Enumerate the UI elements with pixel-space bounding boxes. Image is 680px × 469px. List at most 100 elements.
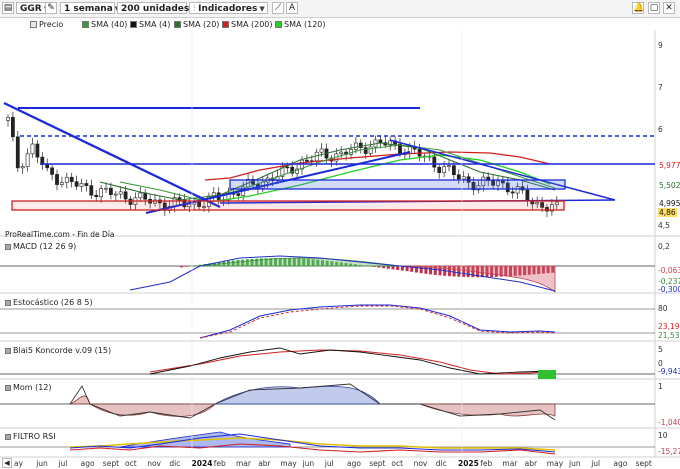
candle-body [138,192,143,199]
panel-label-text: MACD (12 26 9) [13,242,77,251]
candle-body [109,187,113,195]
x-axis-label: feb [213,459,226,468]
candle-body [118,191,123,195]
candle-body [99,188,104,198]
candle-body [339,151,344,155]
panel-label-text: FILTRO RSI [13,432,56,441]
panel-label-text: Mom (12) [13,383,52,392]
candle-body [15,136,20,169]
stoch-tick: 80 [658,304,668,313]
candle-body [6,117,10,121]
x-axis-label: 2024 [191,459,213,468]
candle-body [55,174,59,185]
price-badge-sma20: 5,502 [659,181,680,190]
candle-body [456,174,461,180]
panel-swatch [5,300,11,306]
macd-histogram-bar [184,266,188,267]
koncorde-green-block [538,370,556,379]
koncorde-line [149,349,556,375]
x-axis-label: jun [302,459,315,468]
x-axis-label: dic [169,459,181,468]
panel-swatch [5,434,11,440]
candle-body [89,185,94,196]
panel-label-stoch[interactable]: Estocástico (26 8 5) [5,298,93,308]
candle-body [25,153,30,167]
candle-body [20,166,25,169]
x-axis-label: abr [258,459,271,468]
price-tick: 6 [658,125,663,134]
macd-tick: 0,2 [658,242,670,251]
zone-box [229,179,566,190]
x-axis-label: oct [125,459,137,468]
x-axis-label: sept [635,459,652,468]
momentum-positive-area [213,386,381,405]
macd-histogram-bar [396,266,400,271]
x-axis-label: mar [502,459,518,468]
x-axis-label: may [546,459,564,468]
candle-body [442,166,447,173]
x-axis-label: sept [369,459,386,468]
price-tick: 7 [658,83,663,92]
x-axis-label: jul [324,459,334,468]
candle-body [45,164,50,169]
x-axis-label: ay [14,459,24,468]
panel-label-rsi[interactable]: FILTRO RSI [5,432,56,442]
candle-body [236,193,241,196]
candle-body [79,183,84,187]
x-axis-label: jul [591,459,601,468]
macd-histogram-bar [180,266,183,268]
stoch-tick: 23,19 [658,322,680,331]
x-axis-label: oct [391,459,404,468]
candle-body [35,143,40,158]
candle-body [123,191,128,200]
rsi-tick: 10 [658,431,668,440]
candle-body [353,142,358,150]
x-axis-label: feb [480,459,493,468]
sma-120-line [209,154,551,203]
candle-body [84,183,89,186]
candle-body [368,146,373,154]
panel-swatch [5,385,11,391]
x-axis-label: jul [58,459,68,468]
x-axis-label: ago [347,459,361,468]
candle-body [319,148,324,153]
candle-body [11,117,15,138]
candle-body [30,143,35,155]
price-tick: 4,5 [658,221,670,230]
panel-swatch [5,348,11,354]
macd-histogram-bar [386,266,390,269]
candle-body [64,176,69,183]
stoch-tick: 21,53 [658,331,680,340]
koncorde-tick: -9,943 [658,367,680,376]
macd-tick: -0,063 [658,266,680,275]
candle-body [437,166,442,173]
candle-body [525,189,530,202]
candle-body [143,192,148,200]
macd-tick: -0,300 [658,285,680,294]
candle-body [461,176,466,180]
panel-label-mom[interactable]: Mom (12) [5,383,52,393]
source-label: ProRealTime.com - Fin de Día [5,230,115,239]
x-axis-label: may [280,459,297,468]
panel-label-text: Blai5 Koncorde v.09 (15) [13,346,112,355]
candle-body [69,176,74,182]
scroll-left-icon[interactable]: ◀ [2,458,12,468]
candle-body [304,159,309,162]
panel-label-macd[interactable]: MACD (12 26 9) [5,242,76,252]
candle-body [432,156,437,168]
candle-body [50,167,55,175]
panel-label-koncorde[interactable]: Blai5 Koncorde v.09 (15) [5,346,111,356]
panel-swatch [5,244,11,250]
x-axis-label: abr [524,459,538,468]
candle-body [74,181,79,187]
support-zone-box [11,200,565,211]
trendline [389,139,616,201]
macd-histogram-bar [194,265,198,266]
candle-body [378,139,383,143]
macd-histogram-bar [391,266,395,270]
x-axis-label: nov [147,459,161,468]
candle-body [94,194,99,198]
candle-body [447,165,451,167]
macd-signal-area [399,265,556,293]
x-axis-label: sept [102,459,120,468]
